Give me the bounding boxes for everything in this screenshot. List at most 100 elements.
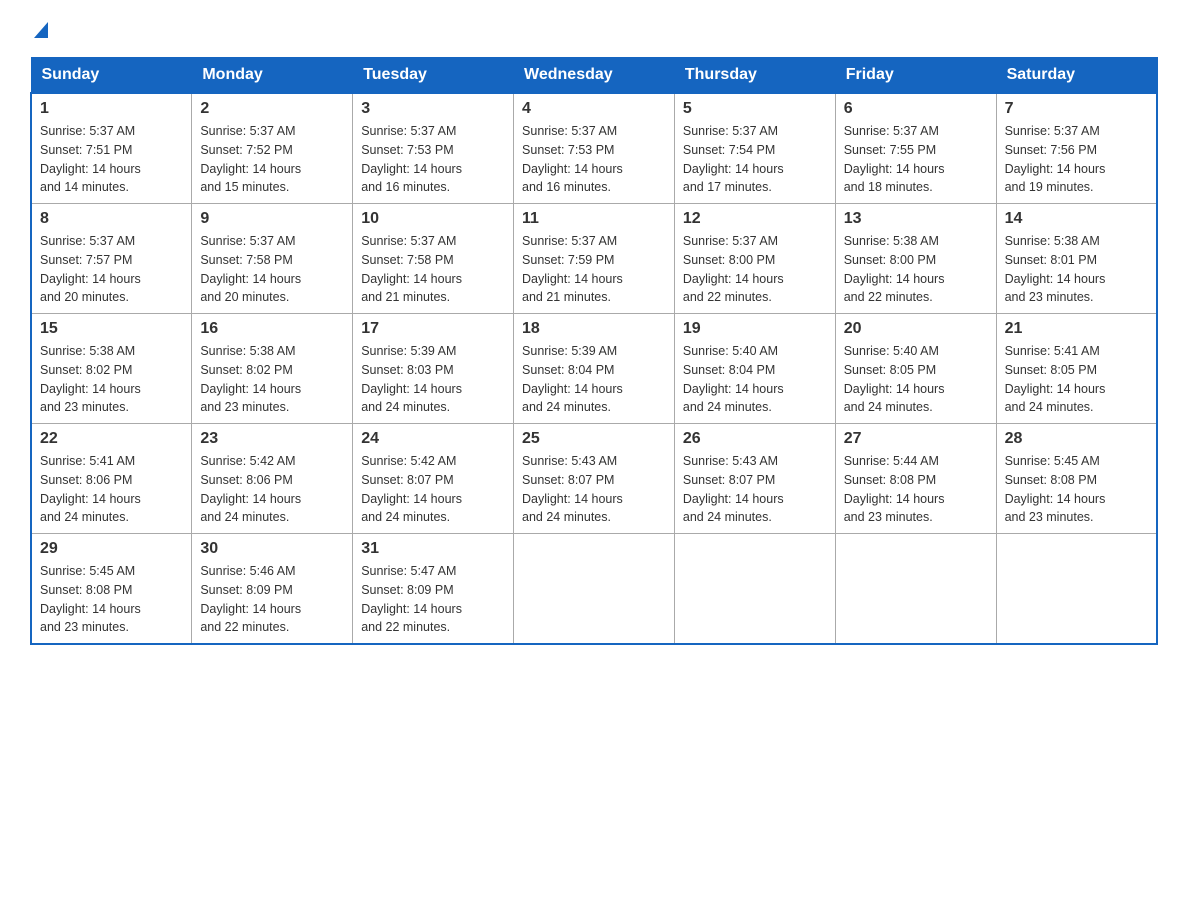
day-info: Sunrise: 5:38 AM Sunset: 8:02 PM Dayligh… (200, 342, 344, 417)
calendar-cell: 2 Sunrise: 5:37 AM Sunset: 7:52 PM Dayli… (192, 93, 353, 204)
day-info: Sunrise: 5:37 AM Sunset: 7:55 PM Dayligh… (844, 122, 988, 197)
calendar-cell: 7 Sunrise: 5:37 AM Sunset: 7:56 PM Dayli… (996, 93, 1157, 204)
day-number: 13 (844, 210, 988, 228)
header-day-thursday: Thursday (674, 58, 835, 94)
calendar-cell: 8 Sunrise: 5:37 AM Sunset: 7:57 PM Dayli… (31, 204, 192, 314)
day-info: Sunrise: 5:37 AM Sunset: 7:54 PM Dayligh… (683, 122, 827, 197)
calendar-cell: 22 Sunrise: 5:41 AM Sunset: 8:06 PM Dayl… (31, 424, 192, 534)
day-info: Sunrise: 5:43 AM Sunset: 8:07 PM Dayligh… (522, 452, 666, 527)
calendar-body: 1 Sunrise: 5:37 AM Sunset: 7:51 PM Dayli… (31, 93, 1157, 644)
calendar-cell: 1 Sunrise: 5:37 AM Sunset: 7:51 PM Dayli… (31, 93, 192, 204)
calendar-cell (835, 534, 996, 645)
day-info: Sunrise: 5:41 AM Sunset: 8:05 PM Dayligh… (1005, 342, 1148, 417)
day-info: Sunrise: 5:46 AM Sunset: 8:09 PM Dayligh… (200, 562, 344, 637)
day-number: 28 (1005, 430, 1148, 448)
day-info: Sunrise: 5:45 AM Sunset: 8:08 PM Dayligh… (1005, 452, 1148, 527)
calendar-cell: 28 Sunrise: 5:45 AM Sunset: 8:08 PM Dayl… (996, 424, 1157, 534)
calendar-week-3: 15 Sunrise: 5:38 AM Sunset: 8:02 PM Dayl… (31, 314, 1157, 424)
day-number: 19 (683, 320, 827, 338)
day-number: 18 (522, 320, 666, 338)
day-info: Sunrise: 5:37 AM Sunset: 7:56 PM Dayligh… (1005, 122, 1148, 197)
day-info: Sunrise: 5:38 AM Sunset: 8:02 PM Dayligh… (40, 342, 183, 417)
day-info: Sunrise: 5:38 AM Sunset: 8:00 PM Dayligh… (844, 232, 988, 307)
calendar-cell: 29 Sunrise: 5:45 AM Sunset: 8:08 PM Dayl… (31, 534, 192, 645)
calendar-week-5: 29 Sunrise: 5:45 AM Sunset: 8:08 PM Dayl… (31, 534, 1157, 645)
header-day-sunday: Sunday (31, 58, 192, 94)
day-number: 12 (683, 210, 827, 228)
header-day-monday: Monday (192, 58, 353, 94)
calendar-cell: 24 Sunrise: 5:42 AM Sunset: 8:07 PM Dayl… (353, 424, 514, 534)
calendar-week-1: 1 Sunrise: 5:37 AM Sunset: 7:51 PM Dayli… (31, 93, 1157, 204)
day-info: Sunrise: 5:42 AM Sunset: 8:07 PM Dayligh… (361, 452, 505, 527)
header-day-wednesday: Wednesday (514, 58, 675, 94)
day-info: Sunrise: 5:37 AM Sunset: 7:52 PM Dayligh… (200, 122, 344, 197)
calendar-cell (674, 534, 835, 645)
day-number: 4 (522, 100, 666, 118)
day-number: 7 (1005, 100, 1148, 118)
calendar-cell (996, 534, 1157, 645)
day-info: Sunrise: 5:43 AM Sunset: 8:07 PM Dayligh… (683, 452, 827, 527)
day-number: 6 (844, 100, 988, 118)
day-info: Sunrise: 5:47 AM Sunset: 8:09 PM Dayligh… (361, 562, 505, 637)
day-info: Sunrise: 5:45 AM Sunset: 8:08 PM Dayligh… (40, 562, 183, 637)
calendar-cell: 31 Sunrise: 5:47 AM Sunset: 8:09 PM Dayl… (353, 534, 514, 645)
calendar-week-2: 8 Sunrise: 5:37 AM Sunset: 7:57 PM Dayli… (31, 204, 1157, 314)
day-number: 24 (361, 430, 505, 448)
day-info: Sunrise: 5:40 AM Sunset: 8:04 PM Dayligh… (683, 342, 827, 417)
calendar-cell: 30 Sunrise: 5:46 AM Sunset: 8:09 PM Dayl… (192, 534, 353, 645)
logo-triangle-icon (30, 18, 52, 45)
day-info: Sunrise: 5:38 AM Sunset: 8:01 PM Dayligh… (1005, 232, 1148, 307)
header-day-tuesday: Tuesday (353, 58, 514, 94)
logo (30, 20, 52, 47)
day-number: 9 (200, 210, 344, 228)
day-number: 26 (683, 430, 827, 448)
calendar-cell: 5 Sunrise: 5:37 AM Sunset: 7:54 PM Dayli… (674, 93, 835, 204)
calendar-cell: 23 Sunrise: 5:42 AM Sunset: 8:06 PM Dayl… (192, 424, 353, 534)
calendar-header: SundayMondayTuesdayWednesdayThursdayFrid… (31, 58, 1157, 94)
calendar-cell: 17 Sunrise: 5:39 AM Sunset: 8:03 PM Dayl… (353, 314, 514, 424)
calendar-cell: 15 Sunrise: 5:38 AM Sunset: 8:02 PM Dayl… (31, 314, 192, 424)
day-number: 15 (40, 320, 183, 338)
header-day-saturday: Saturday (996, 58, 1157, 94)
day-number: 20 (844, 320, 988, 338)
day-info: Sunrise: 5:39 AM Sunset: 8:04 PM Dayligh… (522, 342, 666, 417)
calendar-cell: 11 Sunrise: 5:37 AM Sunset: 7:59 PM Dayl… (514, 204, 675, 314)
calendar-cell: 16 Sunrise: 5:38 AM Sunset: 8:02 PM Dayl… (192, 314, 353, 424)
calendar-cell: 4 Sunrise: 5:37 AM Sunset: 7:53 PM Dayli… (514, 93, 675, 204)
calendar-cell: 21 Sunrise: 5:41 AM Sunset: 8:05 PM Dayl… (996, 314, 1157, 424)
calendar-cell: 10 Sunrise: 5:37 AM Sunset: 7:58 PM Dayl… (353, 204, 514, 314)
calendar-cell: 9 Sunrise: 5:37 AM Sunset: 7:58 PM Dayli… (192, 204, 353, 314)
calendar-cell: 25 Sunrise: 5:43 AM Sunset: 8:07 PM Dayl… (514, 424, 675, 534)
day-number: 30 (200, 540, 344, 558)
day-info: Sunrise: 5:37 AM Sunset: 7:53 PM Dayligh… (522, 122, 666, 197)
calendar-cell (514, 534, 675, 645)
calendar-cell: 13 Sunrise: 5:38 AM Sunset: 8:00 PM Dayl… (835, 204, 996, 314)
day-info: Sunrise: 5:42 AM Sunset: 8:06 PM Dayligh… (200, 452, 344, 527)
day-number: 23 (200, 430, 344, 448)
day-info: Sunrise: 5:37 AM Sunset: 7:57 PM Dayligh… (40, 232, 183, 307)
day-number: 29 (40, 540, 183, 558)
calendar-table: SundayMondayTuesdayWednesdayThursdayFrid… (30, 57, 1158, 645)
day-number: 22 (40, 430, 183, 448)
day-info: Sunrise: 5:41 AM Sunset: 8:06 PM Dayligh… (40, 452, 183, 527)
day-number: 31 (361, 540, 505, 558)
day-number: 17 (361, 320, 505, 338)
day-info: Sunrise: 5:37 AM Sunset: 7:59 PM Dayligh… (522, 232, 666, 307)
day-info: Sunrise: 5:40 AM Sunset: 8:05 PM Dayligh… (844, 342, 988, 417)
calendar-cell: 18 Sunrise: 5:39 AM Sunset: 8:04 PM Dayl… (514, 314, 675, 424)
day-number: 14 (1005, 210, 1148, 228)
day-info: Sunrise: 5:37 AM Sunset: 7:53 PM Dayligh… (361, 122, 505, 197)
day-number: 5 (683, 100, 827, 118)
page-header (30, 20, 1158, 47)
calendar-cell: 26 Sunrise: 5:43 AM Sunset: 8:07 PM Dayl… (674, 424, 835, 534)
day-number: 16 (200, 320, 344, 338)
calendar-week-4: 22 Sunrise: 5:41 AM Sunset: 8:06 PM Dayl… (31, 424, 1157, 534)
calendar-cell: 19 Sunrise: 5:40 AM Sunset: 8:04 PM Dayl… (674, 314, 835, 424)
calendar-cell: 14 Sunrise: 5:38 AM Sunset: 8:01 PM Dayl… (996, 204, 1157, 314)
day-number: 25 (522, 430, 666, 448)
day-number: 21 (1005, 320, 1148, 338)
day-info: Sunrise: 5:37 AM Sunset: 7:51 PM Dayligh… (40, 122, 183, 197)
day-number: 8 (40, 210, 183, 228)
day-info: Sunrise: 5:37 AM Sunset: 8:00 PM Dayligh… (683, 232, 827, 307)
calendar-cell: 27 Sunrise: 5:44 AM Sunset: 8:08 PM Dayl… (835, 424, 996, 534)
